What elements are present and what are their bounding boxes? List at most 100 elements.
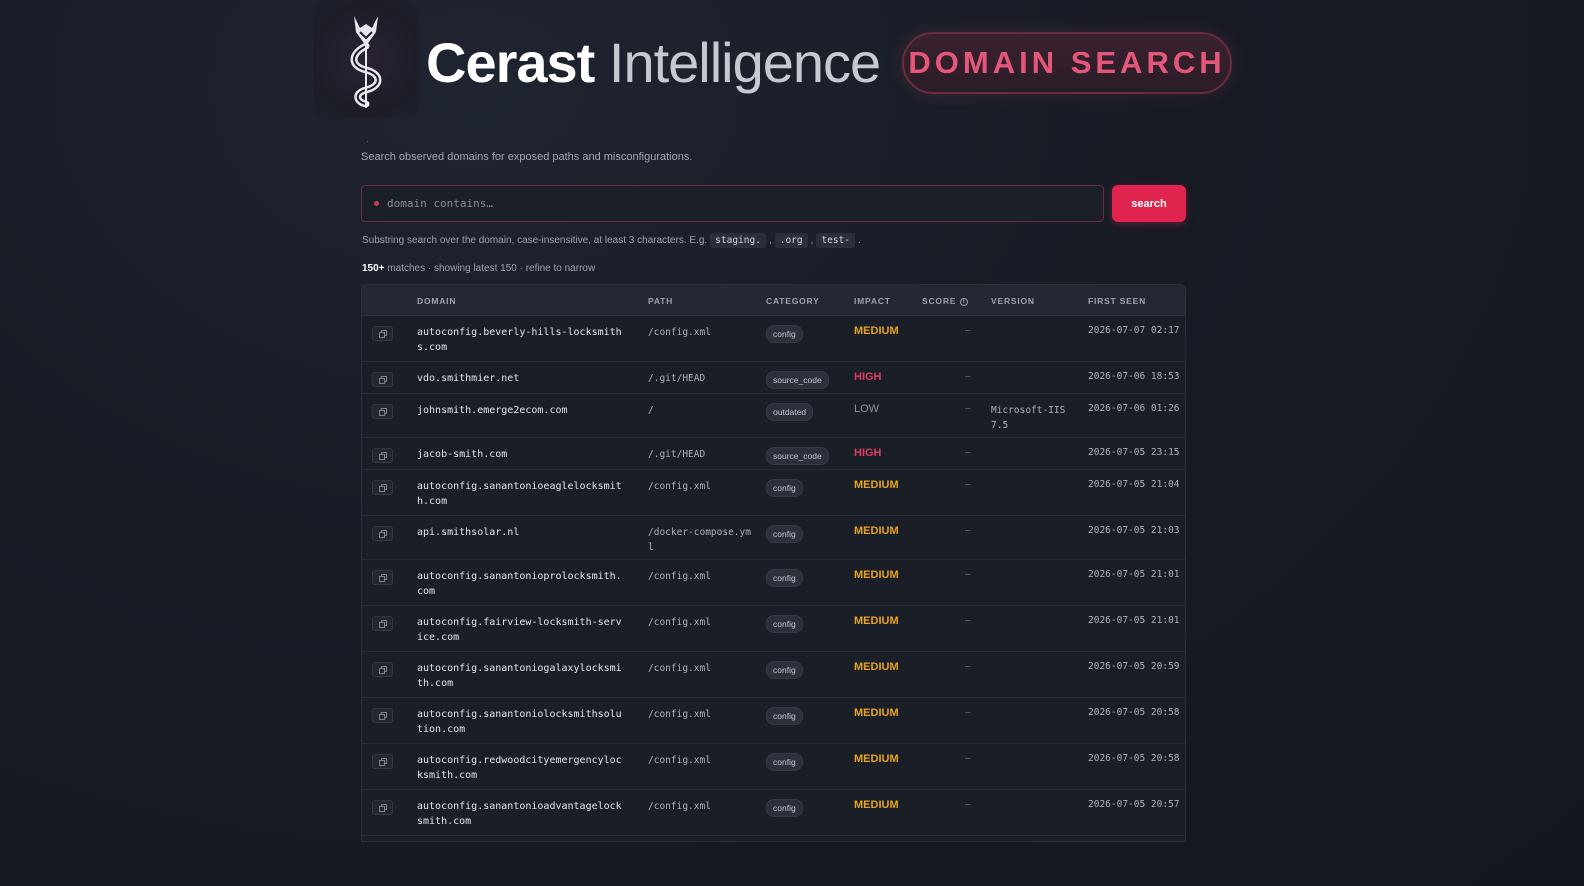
cell-version: Microsoft-IIS 7.5 (991, 405, 1066, 431)
cell-score: – (965, 615, 971, 626)
category-badge: outdated (766, 403, 814, 421)
copy-icon[interactable] (372, 448, 393, 463)
copy-icon[interactable] (372, 570, 393, 585)
category-badge: config (766, 525, 803, 543)
cell-path: /config.xml (648, 327, 711, 338)
copy-icon[interactable] (372, 526, 393, 541)
impact-badge: MEDIUM (854, 479, 899, 491)
brand-title: Cerast Intelligence (426, 30, 881, 95)
cell-score: – (965, 799, 971, 810)
cell-score: – (965, 447, 971, 458)
copy-icon[interactable] (372, 708, 393, 723)
table-row[interactable]: vdo.smithmier.net /.git/HEAD source_code HI… (362, 362, 1185, 394)
cell-path: /.git/HEAD (648, 449, 706, 460)
column-header-impact[interactable]: IMPACT (854, 296, 891, 306)
impact-badge: MEDIUM (854, 569, 899, 581)
category-badge: config (766, 569, 803, 587)
table-row[interactable]: autoconfig.sanantoniogalaxylocksmith.com… (362, 652, 1185, 698)
copy-icon[interactable] (372, 372, 393, 387)
impact-badge: MEDIUM (854, 661, 899, 673)
column-header-category[interactable]: CATEGORY (766, 296, 820, 306)
cerast-logo-icon[interactable] (313, 0, 419, 118)
table-row[interactable]: jacob-smith.com /.git/HEAD source_code HIGH… (362, 438, 1185, 470)
domain-search-badge: DOMAIN SEARCH (902, 32, 1232, 94)
cell-first-seen: 2026-07-05 20:57 (1088, 799, 1180, 810)
hint-example: .org (774, 233, 808, 248)
cell-domain[interactable]: autoconfig.sanantoniogalaxylocksmith.com (417, 661, 627, 691)
cell-first-seen: 2026-07-05 23:15 (1088, 447, 1180, 458)
copy-icon[interactable] (372, 404, 393, 419)
impact-badge: HIGH (854, 447, 882, 459)
copy-icon[interactable] (372, 616, 393, 631)
cell-first-seen: 2026-07-06 18:53 (1088, 371, 1180, 382)
cell-score: – (965, 371, 971, 382)
search-field[interactable] (361, 185, 1104, 222)
column-header-domain[interactable]: DOMAIN (417, 296, 456, 306)
copy-icon[interactable] (372, 662, 393, 677)
table-row[interactable]: api.smithsolar.nl/docker-compose.yml conf… (362, 516, 1185, 560)
column-header-version[interactable]: VERSION (991, 296, 1035, 306)
category-badge: config (766, 325, 803, 343)
cell-first-seen: 2026-07-05 20:58 (1088, 707, 1180, 718)
match-count-number: 150+ (362, 263, 385, 274)
table-row[interactable]: autoconfig.redwoodcityemergencylocksmith… (362, 744, 1185, 790)
table-row[interactable]: autoconfig.sanantonioprolocksmith.com/co… (362, 560, 1185, 606)
cell-domain[interactable]: autoconfig.sanantoniolocksmithsolution.c… (417, 707, 627, 737)
category-badge: source_code (766, 447, 829, 465)
cell-first-seen: 2026-07-05 21:04 (1088, 479, 1180, 490)
impact-badge: MEDIUM (854, 707, 899, 719)
category-badge: config (766, 799, 803, 817)
cell-domain[interactable]: autoconfig.fairview-locksmith-service.co… (417, 615, 627, 645)
impact-badge: MEDIUM (854, 525, 899, 537)
cell-score: – (965, 753, 971, 764)
cell-path: /config.xml (648, 571, 711, 582)
cell-first-seen: 2026-07-05 20:58 (1088, 753, 1180, 764)
table-row[interactable]: autoconfig.sanantoniolocksmithsolution.c… (362, 698, 1185, 744)
cell-path: /.git/HEAD (648, 373, 706, 384)
table-row[interactable]: autoconfig.beverly-hills-locksmiths.com /… (362, 316, 1185, 362)
table-row[interactable]: autoconfig.fairview-locksmith-service.co… (362, 606, 1185, 652)
table-row[interactable]: autoconfig.sanantonioeaglelocksmith.com /… (362, 470, 1185, 516)
cell-domain[interactable]: johnsmith.emerge2ecom.com (417, 403, 627, 418)
search-button[interactable]: search (1112, 185, 1186, 222)
table-row[interactable]: johnsmith.emerge2ecom.com / outdated LOW – Mi… (362, 394, 1185, 438)
brand-suffix: Intelligence (608, 31, 881, 94)
cell-score: – (965, 525, 971, 536)
cell-domain[interactable]: autoconfig.redwoodcityemergencylocksmith… (417, 753, 627, 783)
cell-domain[interactable]: autoconfig.sanantonioeaglelocksmith.com (417, 479, 627, 509)
cell-first-seen: 2026-07-05 21:01 (1088, 615, 1180, 626)
copy-icon[interactable] (372, 326, 393, 341)
impact-badge: MEDIUM (854, 799, 899, 811)
impact-badge: LOW (854, 403, 880, 415)
category-badge: config (766, 707, 803, 725)
cell-path: /config.xml (648, 617, 711, 628)
hint-example: test- (816, 233, 855, 248)
cell-domain[interactable]: api.smithsolar.nl (417, 525, 627, 540)
search-indicator-icon (374, 201, 379, 206)
column-header-path[interactable]: PATH (648, 296, 673, 306)
cell-domain[interactable]: vdo.smithmier.net (417, 371, 627, 386)
cell-domain[interactable]: jacob-smith.com (417, 447, 627, 462)
copy-icon[interactable] (372, 800, 393, 815)
table-row[interactable]: autoconfig.sanantonioadvantagelocksmith.… (362, 790, 1185, 836)
column-header-score[interactable]: SCORE i (922, 296, 969, 306)
copy-icon[interactable] (372, 754, 393, 769)
category-badge: config (766, 661, 803, 679)
cell-score: – (965, 403, 971, 414)
cell-domain[interactable]: autoconfig.sanantonioadvantagelocksmith.… (417, 799, 627, 829)
brand-name: Cerast (426, 31, 595, 94)
search-hint: Substring search over the domain, case-i… (362, 233, 861, 248)
cell-domain[interactable]: autoconfig.beverly-hills-locksmiths.com (417, 325, 627, 355)
column-header-first-seen[interactable]: FIRST SEEN (1088, 296, 1146, 306)
hint-text: Substring search over the domain, case-i… (362, 235, 708, 246)
cell-path: /docker-compose.yml (648, 527, 751, 553)
cell-domain[interactable]: autoconfig.sanantonioprolocksmith.com (417, 569, 627, 599)
cell-path: /config.xml (648, 801, 711, 812)
match-count-text: matches · showing latest 150 · refine to… (387, 263, 596, 274)
hint-example: staging. (710, 233, 766, 248)
search-input[interactable] (387, 197, 1067, 210)
category-badge: source_code (766, 371, 829, 389)
copy-icon[interactable] (372, 480, 393, 495)
separator-dot: · (366, 136, 370, 147)
info-icon[interactable]: i (960, 297, 969, 306)
